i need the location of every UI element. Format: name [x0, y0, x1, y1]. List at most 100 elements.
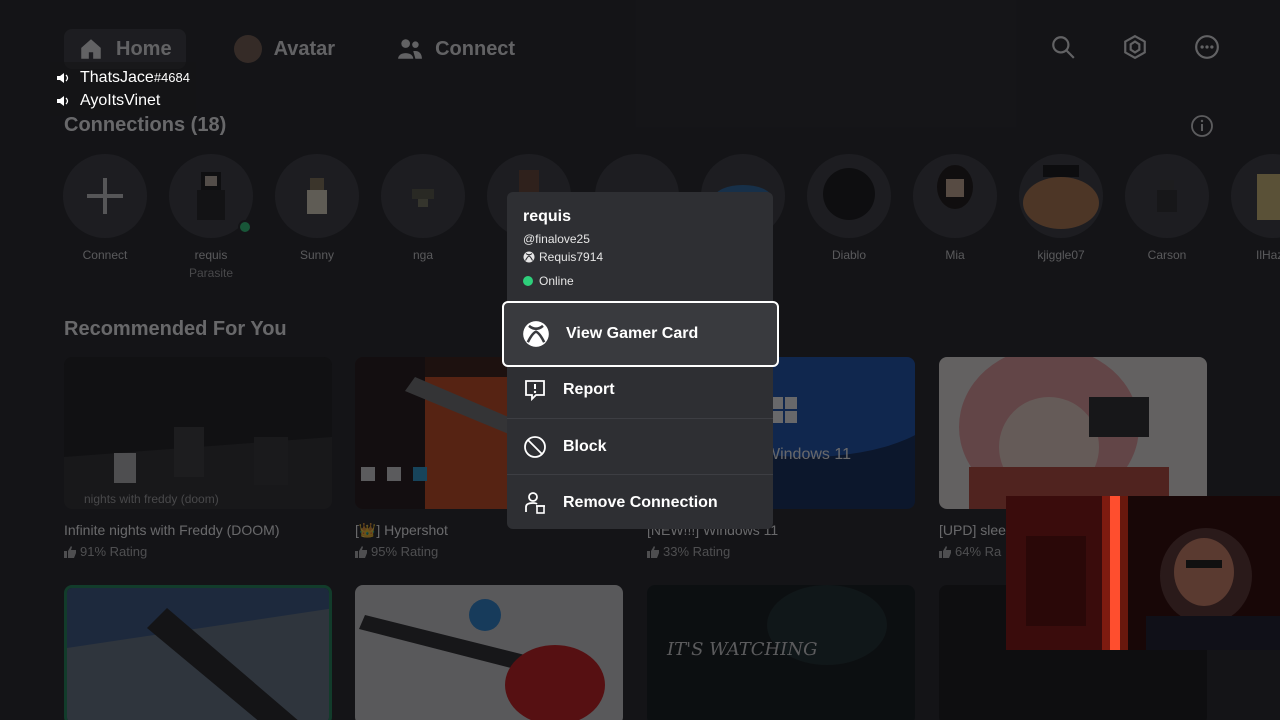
connection-name: nga	[412, 248, 434, 262]
connection-sunny[interactable]: Sunny	[274, 154, 360, 262]
game-tile-freddy[interactable]: nights with freddy (doom)	[64, 357, 332, 509]
popup-status-text: Online	[539, 274, 574, 288]
top-right-icons	[1050, 34, 1220, 60]
game-rating-text: 91% Rating	[80, 544, 148, 559]
avatar	[381, 154, 465, 238]
game-rating-text: 95% Rating	[371, 544, 439, 559]
avatar-figure	[412, 189, 434, 207]
speaker-icon	[57, 72, 69, 83]
game-name: [👑] Hypershot	[355, 522, 448, 538]
thumbnail-caption: nights with freddy (doom)	[84, 492, 219, 506]
game-rating-text: 33% Rating	[663, 544, 731, 559]
connection-name: Connect	[82, 248, 128, 262]
menu-item-label: View Gamer Card	[566, 325, 699, 342]
connection-context-menu: requis @finalove25 Requis7914 Online Vie…	[502, 192, 779, 530]
game-name: [UPD] slee	[939, 522, 1006, 538]
connection-name: IlHaza	[1255, 248, 1280, 262]
avatar-figure	[1257, 174, 1280, 220]
game-tile-row2-2[interactable]	[355, 585, 623, 720]
remove-connection-icon	[525, 491, 545, 514]
plus-icon	[87, 178, 123, 214]
game-rating: 95% Rating	[355, 544, 438, 559]
avatar-figure	[197, 172, 225, 220]
thumbs-up-icon	[647, 545, 659, 558]
thumbnail-caption: IT'S WATCHING	[666, 639, 817, 660]
info-icon[interactable]	[1190, 114, 1214, 138]
game-thumbnail: nights with freddy (doom)	[64, 357, 332, 509]
recommended-title: Recommended For You	[64, 318, 287, 340]
connection-kjiggle07[interactable]: kjiggle07	[1018, 154, 1104, 262]
connection-name: Sunny	[299, 248, 335, 262]
tab-avatar[interactable]: Avatar	[220, 29, 350, 69]
avatar-figure	[1157, 180, 1177, 212]
game-name: Infinite nights with Freddy (DOOM)	[64, 522, 280, 538]
connection-name: Diablo	[831, 248, 867, 262]
speaker-icon	[57, 95, 69, 106]
online-status-dot	[523, 276, 533, 286]
avatar	[913, 154, 997, 238]
connection-name: Mia	[945, 248, 965, 262]
connect-circle	[63, 154, 147, 238]
voice-participant-tag: #4684	[153, 69, 190, 85]
game-rating-text: 64% Ra	[955, 544, 1002, 559]
xbox-icon	[523, 321, 549, 347]
voice-chat-list: ThatsJace#4684 AyoItsVinet	[50, 62, 196, 116]
block-icon	[524, 435, 546, 458]
game-thumbnail: IT'S WATCHING	[647, 585, 915, 720]
avatar	[807, 154, 891, 238]
view-gamer-card-button[interactable]: View Gamer Card	[502, 301, 779, 367]
avatar-figure	[1023, 165, 1099, 229]
more-icon[interactable]	[1194, 34, 1220, 60]
game-thumbnail	[67, 588, 329, 720]
game-rating: 91% Rating	[64, 544, 147, 559]
tab-connect-label: Connect	[435, 37, 516, 60]
thumbnail-caption: Windows 11	[765, 446, 851, 463]
avatar-icon	[233, 35, 262, 63]
webcam-overlay	[1006, 496, 1280, 650]
avatar	[1231, 154, 1280, 238]
block-button[interactable]: Block	[507, 418, 773, 474]
game-tile-sleep[interactable]	[939, 357, 1207, 509]
connection-sub: Parasite	[188, 266, 234, 280]
robux-icon[interactable]	[1122, 34, 1148, 60]
connection-name: requis	[194, 248, 228, 262]
voice-participant: ThatsJace#4684	[56, 66, 190, 89]
avatar	[1019, 154, 1103, 238]
home-icon	[81, 39, 101, 59]
connection-nga[interactable]: nga	[380, 154, 466, 262]
connection-mia[interactable]: Mia	[912, 154, 998, 262]
connection-diablo[interactable]: Diablo	[806, 154, 892, 262]
popup-status: Online	[523, 274, 574, 288]
remove-connection-button[interactable]: Remove Connection	[507, 474, 773, 530]
people-icon	[398, 39, 423, 59]
voice-participant-name: ThatsJace	[80, 68, 154, 86]
search-icon[interactable]	[1050, 34, 1076, 60]
avatar-figure	[823, 168, 875, 220]
xbox-icon	[523, 251, 535, 263]
game-tile-row2-1[interactable]	[64, 585, 332, 720]
thumbs-up-icon	[64, 545, 76, 558]
tab-home-label: Home	[116, 37, 172, 60]
avatar	[275, 154, 359, 238]
menu-item-label: Report	[563, 381, 615, 398]
popup-display-name: requis	[523, 208, 572, 225]
report-button[interactable]: Report	[507, 362, 773, 418]
connection-carson[interactable]: Carson	[1124, 154, 1210, 262]
voice-participant-name: AyoItsVinet	[80, 91, 161, 109]
avatar-figure	[307, 178, 327, 214]
connection-ilhaza[interactable]: IlHaza	[1230, 154, 1280, 262]
tab-connect[interactable]: Connect	[383, 29, 529, 69]
connect-add-button[interactable]: Connect	[62, 154, 148, 262]
menu-item-label: Block	[563, 437, 607, 455]
thumbs-up-icon	[355, 545, 367, 558]
connection-name: Carson	[1147, 248, 1187, 262]
connections-title: Connections (18)	[64, 114, 227, 136]
avatar-figure	[937, 165, 973, 209]
popup-xbox-gamertag: Requis7914	[523, 250, 603, 264]
game-tile-row2-3[interactable]: IT'S WATCHING	[647, 585, 915, 720]
avatar	[1125, 154, 1209, 238]
game-rating: 33% Rating	[647, 544, 730, 559]
webcam-feed	[1006, 496, 1280, 650]
menu-item-label: Remove Connection	[563, 493, 718, 511]
connection-requis[interactable]: requis Parasite	[168, 154, 254, 280]
